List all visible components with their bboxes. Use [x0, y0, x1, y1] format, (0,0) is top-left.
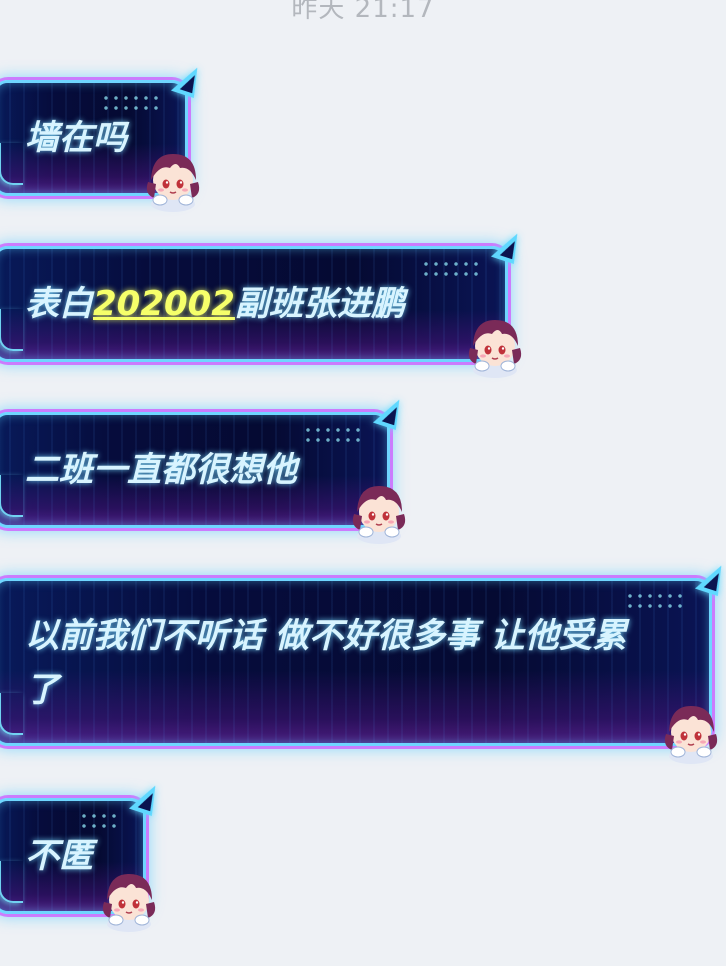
- message-segment: 副班张进鹏: [234, 284, 405, 324]
- cat-ear-icon: [694, 560, 726, 596]
- bubble-decoration: [0, 475, 23, 517]
- cat-ear-icon: [490, 228, 524, 264]
- chat-bubble[interactable]: 以前我们不听话 做不好很多事 让他受累了: [0, 560, 726, 746]
- bubble-decoration: [0, 309, 23, 351]
- chibi-character-icon: [664, 706, 718, 764]
- cat-ear-icon: [128, 780, 162, 816]
- message-segment: 不匿: [25, 836, 93, 876]
- chat-bubble[interactable]: 二班一直都很想他: [0, 394, 406, 528]
- message-segment: 二班一直都很想他: [25, 450, 297, 490]
- chibi-character-icon: [352, 486, 406, 544]
- message-text: 墙在吗: [25, 111, 155, 165]
- chibi-character-icon: [146, 154, 200, 212]
- chibi-character-icon: [468, 320, 522, 378]
- message-text: 表白202002副班张进鹏: [25, 277, 475, 331]
- message-segment: 以前我们不听话 做不好很多事 让他受累了: [25, 616, 627, 710]
- chibi-character-icon: [102, 874, 156, 932]
- bubble-decoration: [0, 861, 23, 903]
- message-segment: 墙在吗: [25, 118, 127, 158]
- cat-ear-icon: [372, 394, 406, 430]
- bubble-decoration: [0, 693, 23, 735]
- cat-ear-icon: [170, 62, 204, 98]
- bubble-decoration: [0, 143, 23, 185]
- chat-bubble[interactable]: 表白202002副班张进鹏: [0, 228, 524, 362]
- message-segment: 表白: [25, 284, 93, 324]
- highlighted-number: 202002: [93, 284, 235, 324]
- message-text: 以前我们不听话 做不好很多事 让他受累了: [25, 609, 639, 717]
- message-timestamp: 昨天 21:17: [291, 0, 435, 24]
- message-text: 二班一直都很想他: [25, 443, 357, 497]
